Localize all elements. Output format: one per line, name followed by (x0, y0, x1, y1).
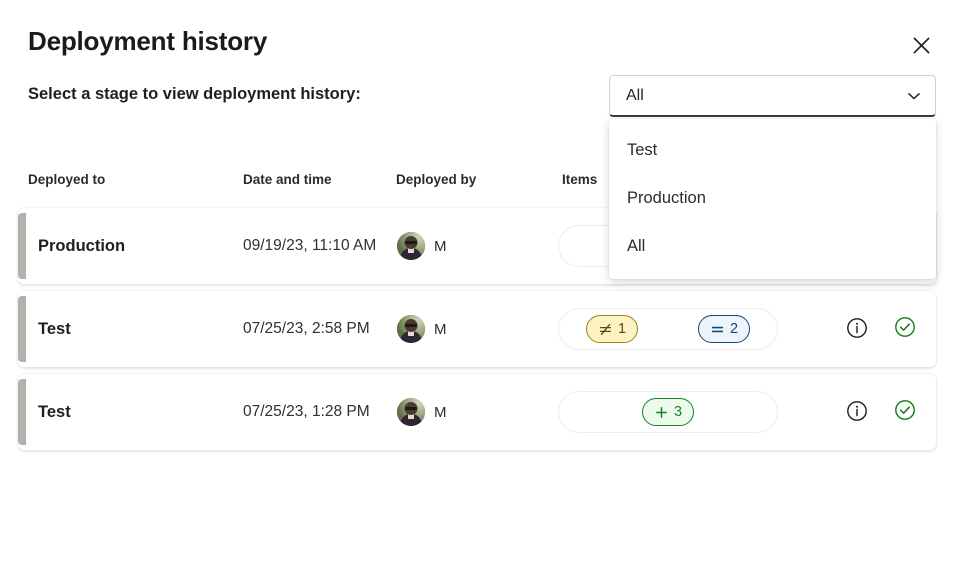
check-circle-icon (894, 316, 916, 343)
column-header-date-and-time: Date and time (243, 172, 332, 187)
deployed-by-initial: M (434, 238, 447, 255)
avatar (397, 315, 425, 343)
chevron-down-icon (906, 88, 922, 104)
badge-changed[interactable]: 1 (586, 315, 638, 343)
stage-prompt-label: Select a stage to view deployment histor… (28, 85, 361, 104)
items-pill: 1 2 (558, 308, 778, 350)
column-header-deployed-to: Deployed to (28, 172, 105, 187)
info-button[interactable] (843, 398, 871, 426)
avatar (397, 232, 425, 260)
cell-deployed-by: M (397, 232, 447, 260)
badge-unchanged[interactable]: 2 (698, 315, 750, 343)
cell-deployed-by: M (397, 398, 447, 426)
table-row[interactable]: Test 07/25/23, 2:58 PM M 1 (18, 291, 936, 367)
stage-select-value: All (626, 87, 906, 105)
cell-items: 3 (558, 391, 778, 433)
cell-status (891, 315, 919, 343)
cell-deployed-to: Test (38, 320, 71, 339)
check-circle-icon (894, 399, 916, 426)
table-row[interactable]: Test 07/25/23, 1:28 PM M 3 (18, 374, 936, 450)
info-button[interactable] (843, 315, 871, 343)
stage-select-wrapper: All (609, 75, 936, 117)
column-header-deployed-by: Deployed by (396, 172, 476, 187)
deployment-history-dialog: Deployment history Select a stage to vie… (0, 0, 960, 561)
status-badge (891, 315, 919, 343)
row-accent-bar (18, 213, 26, 279)
badge-count: 3 (674, 404, 682, 420)
close-icon (912, 36, 931, 58)
cell-info (843, 398, 871, 426)
page-title: Deployment history (28, 26, 267, 57)
items-pill: 3 (558, 391, 778, 433)
deployed-by-initial: M (434, 404, 447, 421)
badge-count: 2 (730, 321, 738, 337)
row-accent-bar (18, 296, 26, 362)
row-accent-bar (18, 379, 26, 445)
cell-deployed-by: M (397, 315, 447, 343)
stage-option-test[interactable]: Test (609, 126, 936, 174)
stage-select-dropdown: Test Production All (609, 119, 936, 279)
badge-count: 1 (618, 321, 626, 337)
cell-deployed-to: Test (38, 403, 71, 422)
badge-new[interactable]: 3 (642, 398, 694, 426)
info-icon (846, 400, 868, 425)
cell-date-and-time: 07/25/23, 1:28 PM (243, 403, 370, 421)
avatar (397, 398, 425, 426)
plus-icon (654, 405, 669, 420)
stage-option-all[interactable]: All (609, 222, 936, 270)
cell-date-and-time: 07/25/23, 2:58 PM (243, 320, 370, 338)
cell-deployed-to: Production (38, 237, 125, 256)
not-equal-icon (598, 322, 613, 337)
close-button[interactable] (904, 30, 938, 64)
cell-info (843, 315, 871, 343)
stage-select[interactable]: All (609, 75, 936, 117)
cell-items: 1 2 (558, 308, 778, 350)
cell-status (891, 398, 919, 426)
cell-date-and-time: 09/19/23, 11:10 AM (243, 237, 376, 255)
equal-icon (710, 322, 725, 337)
deployed-by-initial: M (434, 321, 447, 338)
status-badge (891, 398, 919, 426)
info-icon (846, 317, 868, 342)
column-header-items: Items (562, 172, 597, 187)
stage-option-production[interactable]: Production (609, 174, 936, 222)
